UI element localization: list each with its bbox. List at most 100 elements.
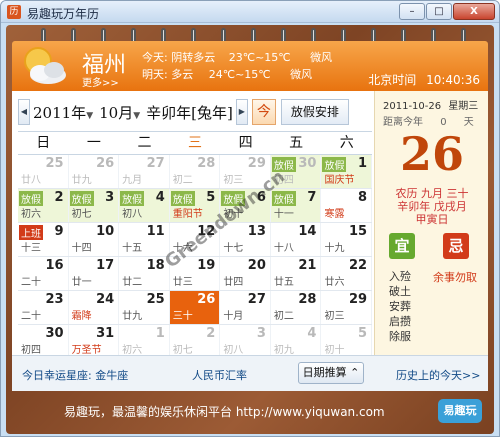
day-cell[interactable]: 18 廿二 <box>119 257 170 290</box>
beijing-time: 北京时间 10:40:36 <box>368 71 480 88</box>
lunar-label: 十九 <box>324 243 345 254</box>
weather-today: 今天: 阴转多云 23℃~15℃ 微风 <box>142 49 332 65</box>
day-cell[interactable]: 12 十六 <box>170 223 221 256</box>
day-cell[interactable]: 20 廿四 <box>220 257 271 290</box>
day-cell[interactable]: 28 初二 <box>170 155 221 188</box>
day-number: 20 <box>247 258 266 273</box>
day-cell[interactable]: 2 初七 <box>170 325 221 358</box>
lunar-label: 廿二 <box>122 277 143 288</box>
weather-header: 福州 更多>> 今天: 阴转多云 23℃~15℃ 微风 明天: 多云 24℃~1… <box>12 41 488 91</box>
day-cell[interactable]: 11 十五 <box>119 223 170 256</box>
day-cell[interactable]: 31 万圣节 <box>69 325 120 358</box>
day-number: 6 <box>256 190 266 205</box>
more-weather-link[interactable]: 更多>> <box>82 74 119 89</box>
day-number: 4 <box>155 190 165 205</box>
lunar-label: 国庆节 <box>324 175 355 186</box>
day-cell[interactable]: 23 二十 <box>18 291 69 324</box>
holiday-tag: 放假 <box>221 191 246 206</box>
calendar-panel: ◀ 2011年▼ 10月▼ 辛卯年[兔年] ▶ 今 放假安排 日 一 二 三 四… <box>12 91 488 391</box>
day-cell[interactable]: 25 廿八 <box>18 155 69 188</box>
year-select[interactable]: 2011年▼ <box>33 102 93 123</box>
day-cell[interactable]: 放假 3 初七 <box>68 189 120 222</box>
lunar-label: 寒露 <box>324 209 345 220</box>
day-cell[interactable]: 26 廿九 <box>69 155 120 188</box>
day-cell[interactable]: 15 十九 <box>321 223 373 256</box>
today-button[interactable]: 今 <box>251 99 276 125</box>
day-cell[interactable]: 放假 6 初十 <box>220 189 271 222</box>
history-today-link[interactable]: 历史上的今天>> <box>396 367 480 383</box>
selected-weekday: 星期三 <box>448 101 479 112</box>
lunar-label: 九月 <box>122 175 143 186</box>
day-cell[interactable]: 3 初八 <box>220 325 271 358</box>
lucky-constellation-link[interactable]: 今日幸运星座: 金牛座 <box>22 367 128 383</box>
day-number: 10 <box>96 224 115 239</box>
today-desc: 阴转多云 <box>171 51 216 64</box>
lunar-label: 初三 <box>324 311 345 322</box>
month-select[interactable]: 10月▼ <box>99 102 140 123</box>
day-cell[interactable]: 30 初四 <box>18 325 69 358</box>
today-wind: 微风 <box>310 51 333 64</box>
day-number: 1 <box>358 156 368 171</box>
day-cell[interactable]: 13 十七 <box>220 223 271 256</box>
day-number: 25 <box>146 292 165 307</box>
day-cell[interactable]: 29 初三 <box>321 291 373 324</box>
day-cell[interactable]: 27 十月 <box>220 291 271 324</box>
title-bar[interactable]: 历 易趣玩万年历 – □ X <box>1 1 499 23</box>
lunar-label: 初八 <box>223 345 244 356</box>
footer-slogan[interactable]: 易趣玩，最温馨的娱乐休闲平台 http://www.yiquwan.com <box>64 403 385 420</box>
holiday-schedule-button[interactable]: 放假安排 <box>280 99 349 125</box>
day-number: 29 <box>247 156 266 171</box>
day-cell[interactable]: 上班 9 十三 <box>18 223 69 256</box>
day-number: 7 <box>307 190 317 205</box>
month-navigator: ◀ 2011年▼ 10月▼ 辛卯年[兔年] ▶ 今 放假安排 <box>18 99 349 125</box>
weekday-mon: 一 <box>86 135 101 151</box>
day-cell[interactable]: 10 十四 <box>69 223 120 256</box>
day-cell[interactable]: 1 初六 <box>119 325 170 358</box>
weather-tomorrow: 明天: 多云 24℃~15℃ 微风 <box>142 66 312 82</box>
day-cell[interactable]: 17 廿一 <box>69 257 120 290</box>
day-cell-today[interactable]: 26 三十 <box>169 291 221 324</box>
day-cell[interactable]: 25 廿九 <box>119 291 170 324</box>
day-cell[interactable]: 14 十八 <box>271 223 322 256</box>
day-cell[interactable]: 28 初二 <box>271 291 322 324</box>
lunar-label: 初六 <box>122 345 143 356</box>
day-cell[interactable]: 29 初三 <box>220 155 271 188</box>
day-number: 11 <box>146 224 165 239</box>
ganzhi-day: 甲寅日 <box>415 213 449 226</box>
close-button[interactable]: X <box>453 3 495 20</box>
day-cell[interactable]: 21 廿五 <box>271 257 322 290</box>
rmb-rate-link[interactable]: 人民币汇率 <box>192 367 247 383</box>
day-cell[interactable]: 19 廿三 <box>170 257 221 290</box>
day-cell[interactable]: 22 廿六 <box>321 257 373 290</box>
date-calc-button[interactable]: 日期推算 ⌃ <box>298 362 364 384</box>
day-cell[interactable]: 放假 30 初四 <box>270 155 322 188</box>
day-cell[interactable]: 27 九月 <box>119 155 170 188</box>
yi-item: 入殓 <box>389 270 411 283</box>
lunar-label: 廿六 <box>324 277 345 288</box>
day-cell[interactable]: 5 初十 <box>321 325 373 358</box>
clock: 10:40:36 <box>426 73 480 87</box>
day-cell[interactable]: 放假 4 初八 <box>119 189 170 222</box>
day-number: 16 <box>45 258 64 273</box>
yiquwan-logo[interactable]: 易趣玩 <box>438 399 482 423</box>
minimize-button[interactable]: – <box>399 3 425 20</box>
lunar-label: 初九 <box>273 345 294 356</box>
day-cell[interactable]: 8 寒露 <box>321 189 373 222</box>
lunar-label: 初七 <box>71 209 92 220</box>
yi-item: 除服 <box>389 330 411 343</box>
day-number: 26 <box>197 292 216 307</box>
day-cell[interactable]: 放假 2 初六 <box>18 189 69 222</box>
maximize-button[interactable]: □ <box>426 3 452 20</box>
day-number: 30 <box>45 326 64 341</box>
next-month-button[interactable]: ▶ <box>235 99 248 125</box>
holiday-tag: 放假 <box>271 157 296 172</box>
prev-month-button[interactable]: ◀ <box>18 99 30 125</box>
day-cell[interactable]: 24 霜降 <box>69 291 120 324</box>
yi-list: 入殓 破土 安葬 启攒 除服 <box>389 269 411 344</box>
day-cell[interactable]: 4 初九 <box>271 325 322 358</box>
day-cell[interactable]: 放假 1 国庆节 <box>321 155 373 188</box>
day-cell[interactable]: 放假 7 十一 <box>270 189 322 222</box>
lunar-label: 初四 <box>21 345 41 356</box>
day-cell[interactable]: 放假 5 重阳节 <box>169 189 221 222</box>
day-cell[interactable]: 16 二十 <box>18 257 69 290</box>
